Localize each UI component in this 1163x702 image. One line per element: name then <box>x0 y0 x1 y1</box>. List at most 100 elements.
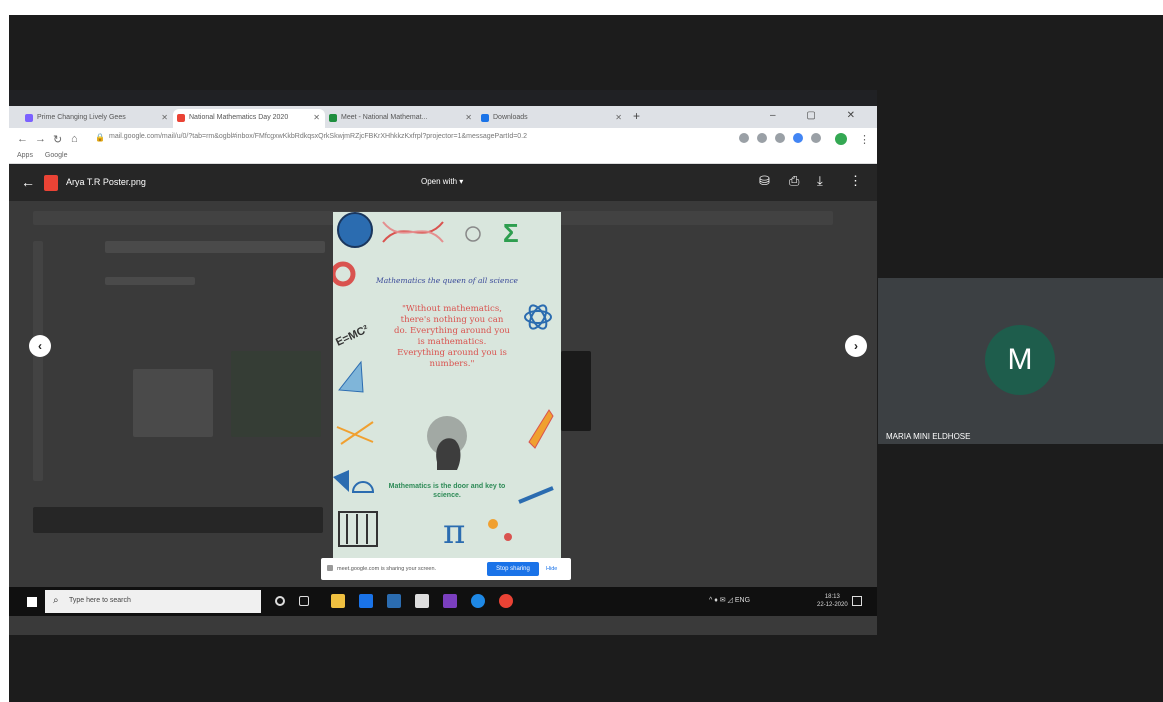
windows-start-icon[interactable] <box>27 597 37 607</box>
background-toast <box>33 507 323 533</box>
participant-tile: M MARIA MINI ELDHOSE <box>878 278 1163 444</box>
tab-label: Meet - National Mathemat... <box>341 114 428 121</box>
dna-icon <box>336 421 374 445</box>
triangle-ruler-icon <box>338 360 364 393</box>
flower-icon <box>488 519 498 529</box>
background-attachment <box>561 351 591 431</box>
browser-tab-bar: Prime Changing Lively Gees ✕ National Ma… <box>9 106 877 128</box>
extension-icon[interactable] <box>775 133 785 143</box>
meet-window: M MARIA MINI ELDHOSE Prime Changing Live… <box>9 15 1163 702</box>
reload-icon[interactable]: ↻ <box>53 133 62 146</box>
telescope-icon <box>518 486 554 504</box>
sharing-status-text: meet.google.com is sharing your screen. <box>337 566 437 572</box>
atom-icon <box>524 310 552 324</box>
task-view-icon[interactable] <box>299 596 309 606</box>
close-icon[interactable]: ✕ <box>313 113 320 122</box>
url-field[interactable]: mail.google.com/mail/u/0/?tab=rm&ogbl#in… <box>109 133 527 140</box>
taskbar-clock[interactable]: 18:13 22-12-2020 <box>817 593 848 609</box>
tab-label: Prime Changing Lively Gees <box>37 114 126 121</box>
forward-icon[interactable]: → <box>35 133 46 145</box>
share-screen-icon <box>327 565 333 571</box>
more-icon[interactable]: ⋮ <box>849 173 862 189</box>
search-icon: ⌕ <box>53 595 59 606</box>
onenote-icon[interactable] <box>443 594 457 608</box>
preview-toolbar: ← Arya T.R Poster.png Open with ▾ ⛁ ⎙ ⤓ … <box>9 165 877 201</box>
poster-footer: Mathematics is the door and key to scien… <box>388 483 506 499</box>
profile-avatar[interactable] <box>835 133 847 145</box>
background-sidebar <box>33 241 43 481</box>
tab-meet[interactable]: Meet - National Mathemat... ✕ <box>325 109 477 128</box>
file-explorer-icon[interactable] <box>331 594 345 608</box>
notification-icon[interactable] <box>852 596 862 606</box>
extension-icon[interactable] <box>793 133 803 143</box>
pi-symbol: π <box>443 512 466 552</box>
globe-icon <box>337 212 373 248</box>
flower-icon <box>504 533 512 541</box>
windows-taskbar: ⌕ Type here to search ^ ♦ ✉ ◿ ENG 18:13 … <box>9 587 877 616</box>
close-icon[interactable]: ✕ <box>465 113 472 122</box>
next-arrow-icon[interactable]: › <box>845 335 867 357</box>
close-icon[interactable]: ✕ <box>161 113 168 122</box>
bookmark-google[interactable]: Google <box>45 152 68 159</box>
sigma-symbol: Σ <box>503 218 519 248</box>
edge-icon[interactable] <box>471 594 485 608</box>
puzzle-icon[interactable] <box>811 133 821 143</box>
search-placeholder: Type here to search <box>69 597 131 604</box>
cortana-icon[interactable] <box>275 596 285 606</box>
open-with-button[interactable]: Open with ▾ <box>413 173 471 190</box>
store-icon[interactable] <box>415 594 429 608</box>
tab-prime[interactable]: Prime Changing Lively Gees ✕ <box>21 109 173 128</box>
calendar-icon[interactable] <box>387 594 401 608</box>
bookmark-apps[interactable]: Apps <box>17 152 33 159</box>
file-name: Arya T.R Poster.png <box>66 177 146 187</box>
home-icon[interactable]: ⌂ <box>71 133 78 145</box>
system-tray[interactable]: ^ ♦ ✉ ◿ ENG <box>709 596 750 604</box>
stop-sharing-button[interactable]: Stop sharing <box>487 562 539 576</box>
atom-icon <box>465 226 481 242</box>
background-mail-sender <box>105 277 195 285</box>
hide-button[interactable]: Hide <box>546 566 557 572</box>
new-tab-button[interactable]: + <box>633 109 640 123</box>
print-icon[interactable]: ⎙ <box>789 173 799 189</box>
clock-date: 22-12-2020 <box>817 602 848 608</box>
gmail-icon <box>177 114 185 122</box>
chrome-icon[interactable] <box>499 594 513 608</box>
add-to-drive-icon[interactable]: ⛁ <box>759 173 770 189</box>
poster-heading: Mathematics the queen of all science <box>376 276 518 285</box>
screen-sharing-bar: meet.google.com is sharing your screen. … <box>321 558 571 580</box>
menu-icon[interactable]: ⋮ <box>859 133 870 146</box>
protractor-icon <box>333 470 349 492</box>
participant-avatar: M <box>985 325 1055 395</box>
previous-arrow-icon[interactable]: ‹ <box>29 335 51 357</box>
tab-favicon <box>25 114 33 122</box>
taskbar-search[interactable]: ⌕ Type here to search <box>45 590 261 613</box>
decorative-doodles <box>333 212 554 547</box>
poster-quote: "Without mathematics, there's nothing yo… <box>394 304 510 369</box>
close-icon[interactable]: ✕ <box>615 113 622 122</box>
shared-screen: Prime Changing Lively Gees ✕ National Ma… <box>9 90 877 635</box>
tab-math-day[interactable]: National Mathematics Day 2020 ✕ <box>173 109 325 128</box>
poster-image: Σ Mathematics the queen of all science E… <box>333 212 561 558</box>
download-icon[interactable]: ⤓ <box>817 173 823 189</box>
download-icon <box>481 114 489 122</box>
protractor-icon <box>351 481 375 493</box>
dna-icon <box>382 221 444 243</box>
extension-icon[interactable] <box>757 133 767 143</box>
tab-label: Downloads <box>493 114 528 121</box>
participant-name: MARIA MINI ELDHOSE <box>886 432 971 441</box>
image-file-icon <box>44 175 58 191</box>
lock-icon: 🔒 <box>95 133 105 142</box>
background-attachment <box>133 369 213 437</box>
background-mail-subject <box>105 241 325 253</box>
tab-downloads[interactable]: Downloads ✕ <box>477 109 627 128</box>
bookmarks-bar: Apps Google <box>9 150 877 164</box>
clock-time: 18:13 <box>824 594 840 600</box>
back-arrow-icon[interactable]: ← <box>21 174 35 190</box>
extension-icon[interactable] <box>739 133 749 143</box>
window-controls[interactable]: – ▢ ✕ <box>770 110 869 121</box>
mail-icon[interactable] <box>359 594 373 608</box>
meet-icon <box>329 114 337 122</box>
back-icon[interactable]: ← <box>17 133 28 145</box>
address-bar: ← → ↻ ⌂ 🔒 mail.google.com/mail/u/0/?tab=… <box>9 128 877 150</box>
background-attachment <box>231 351 321 437</box>
